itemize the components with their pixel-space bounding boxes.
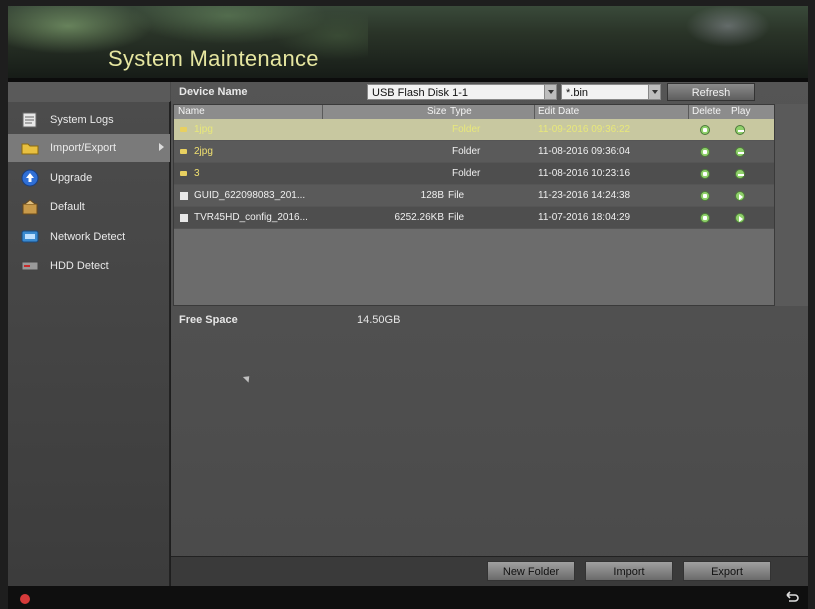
refresh-button[interactable]: Refresh (667, 83, 755, 101)
hdd-icon (20, 257, 40, 275)
chevron-down-icon[interactable] (648, 85, 660, 99)
column-header-name[interactable]: Name (178, 106, 205, 117)
folder-icon (20, 139, 40, 157)
device-name-label: Device Name (179, 86, 248, 98)
back-icon[interactable] (784, 589, 800, 605)
sidebar: System Logs Import/Export Upgrade Defaul… (8, 102, 170, 586)
action-bar: New Folder Import Export (171, 556, 808, 586)
import-button[interactable]: Import (585, 561, 673, 581)
file-name: TVR45HD_config_2016... (194, 212, 308, 223)
file-icon (180, 192, 188, 200)
device-select[interactable]: USB Flash Disk 1-1 (367, 84, 557, 100)
file-date: 11-08-2016 10:23:16 (538, 168, 631, 179)
file-name: 3 (194, 168, 200, 179)
file-name: GUID_622098083_201... (194, 190, 306, 201)
file-size: 128B (420, 190, 444, 201)
network-icon (20, 228, 40, 246)
sidebar-item-label: System Logs (50, 114, 114, 126)
file-date: 11-09-2016 09:36:22 (538, 124, 631, 135)
column-header-delete[interactable]: Delete (692, 106, 721, 117)
device-select-value: USB Flash Disk 1-1 (372, 87, 468, 99)
record-indicator-icon (20, 594, 30, 604)
column-header-type[interactable]: Type (450, 106, 472, 117)
table-row[interactable]: GUID_622098083_201... 128B File 11-23-20… (174, 185, 774, 207)
play-icon[interactable] (735, 213, 745, 223)
file-icon (180, 214, 188, 222)
device-row: Device Name USB Flash Disk 1-1 *.bin Ref… (171, 82, 808, 102)
table-header: Name Size Type Edit Date Delete Play (174, 105, 774, 119)
log-icon (20, 111, 40, 129)
sidebar-item-default[interactable]: Default (8, 193, 170, 221)
folder-icon (180, 149, 187, 154)
file-date: 11-07-2016 18:04:29 (538, 212, 631, 223)
file-type: File (448, 212, 465, 223)
file-date: 11-23-2016 14:24:38 (538, 190, 631, 201)
table-row[interactable]: 2jpg Folder 11-08-2016 09:36:04 (174, 141, 774, 163)
free-space-value: 14.50GB (357, 314, 401, 326)
chevron-down-icon[interactable] (544, 85, 556, 99)
file-type: Folder (452, 124, 481, 135)
status-footer (8, 586, 808, 609)
column-divider (534, 105, 535, 119)
new-folder-button[interactable]: New Folder (487, 561, 575, 581)
sidebar-header-blank (8, 82, 170, 102)
minus-icon[interactable] (735, 125, 745, 135)
file-table: Name Size Type Edit Date Delete Play 1jp… (173, 104, 775, 306)
upgrade-icon (20, 169, 40, 187)
sidebar-item-network-detect[interactable]: Network Detect (8, 223, 170, 251)
header-glow-graphic (668, 6, 788, 66)
minus-icon[interactable] (735, 147, 745, 157)
sidebar-item-label: HDD Detect (50, 260, 109, 272)
extension-select-value: *.bin (566, 87, 589, 99)
minus-icon[interactable] (735, 169, 745, 179)
folder-icon (180, 127, 187, 132)
sidebar-item-label: Import/Export (50, 142, 117, 154)
sidebar-item-label: Default (50, 201, 85, 213)
column-header-size[interactable]: Size (427, 106, 446, 117)
column-divider (322, 105, 323, 119)
play-icon[interactable] (735, 191, 745, 201)
sidebar-item-hdd-detect[interactable]: HDD Detect (8, 252, 170, 280)
file-type: File (448, 190, 465, 201)
delete-icon[interactable] (700, 125, 710, 135)
delete-icon[interactable] (700, 147, 710, 157)
extension-select[interactable]: *.bin (561, 84, 661, 100)
export-button[interactable]: Export (683, 561, 771, 581)
column-divider (688, 105, 689, 119)
column-header-edit-date[interactable]: Edit Date (538, 106, 579, 117)
main-panel: Device Name USB Flash Disk 1-1 *.bin Ref… (171, 82, 808, 586)
chevron-right-icon (159, 143, 164, 151)
folder-icon (180, 171, 187, 176)
sidebar-item-upgrade[interactable]: Upgrade (8, 164, 170, 192)
file-date: 11-08-2016 09:36:04 (538, 146, 631, 157)
table-row[interactable]: TVR45HD_config_2016... 6252.26KB File 11… (174, 207, 774, 229)
file-name: 2jpg (194, 146, 213, 157)
default-icon (20, 198, 40, 216)
sidebar-item-label: Network Detect (50, 231, 126, 243)
column-header-play[interactable]: Play (731, 106, 750, 117)
delete-icon[interactable] (700, 169, 710, 179)
table-row[interactable]: 3 Folder 11-08-2016 10:23:16 (174, 163, 774, 185)
sidebar-item-import-export[interactable]: Import/Export (8, 134, 170, 162)
app-header: System Maintenance (8, 6, 808, 82)
file-name: 1jpg (194, 124, 213, 135)
page-title: System Maintenance (108, 46, 319, 71)
free-space-label: Free Space (179, 314, 238, 326)
table-scrollbar[interactable] (775, 104, 808, 306)
file-size: 6252.26KB (394, 212, 445, 223)
delete-icon[interactable] (700, 191, 710, 201)
table-row[interactable]: 1jpg Folder 11-09-2016 09:36:22 (174, 119, 774, 141)
delete-icon[interactable] (700, 213, 710, 223)
sidebar-item-label: Upgrade (50, 172, 93, 184)
sidebar-item-system-logs[interactable]: System Logs (8, 106, 170, 134)
file-type: Folder (452, 168, 481, 179)
file-type: Folder (452, 146, 481, 157)
